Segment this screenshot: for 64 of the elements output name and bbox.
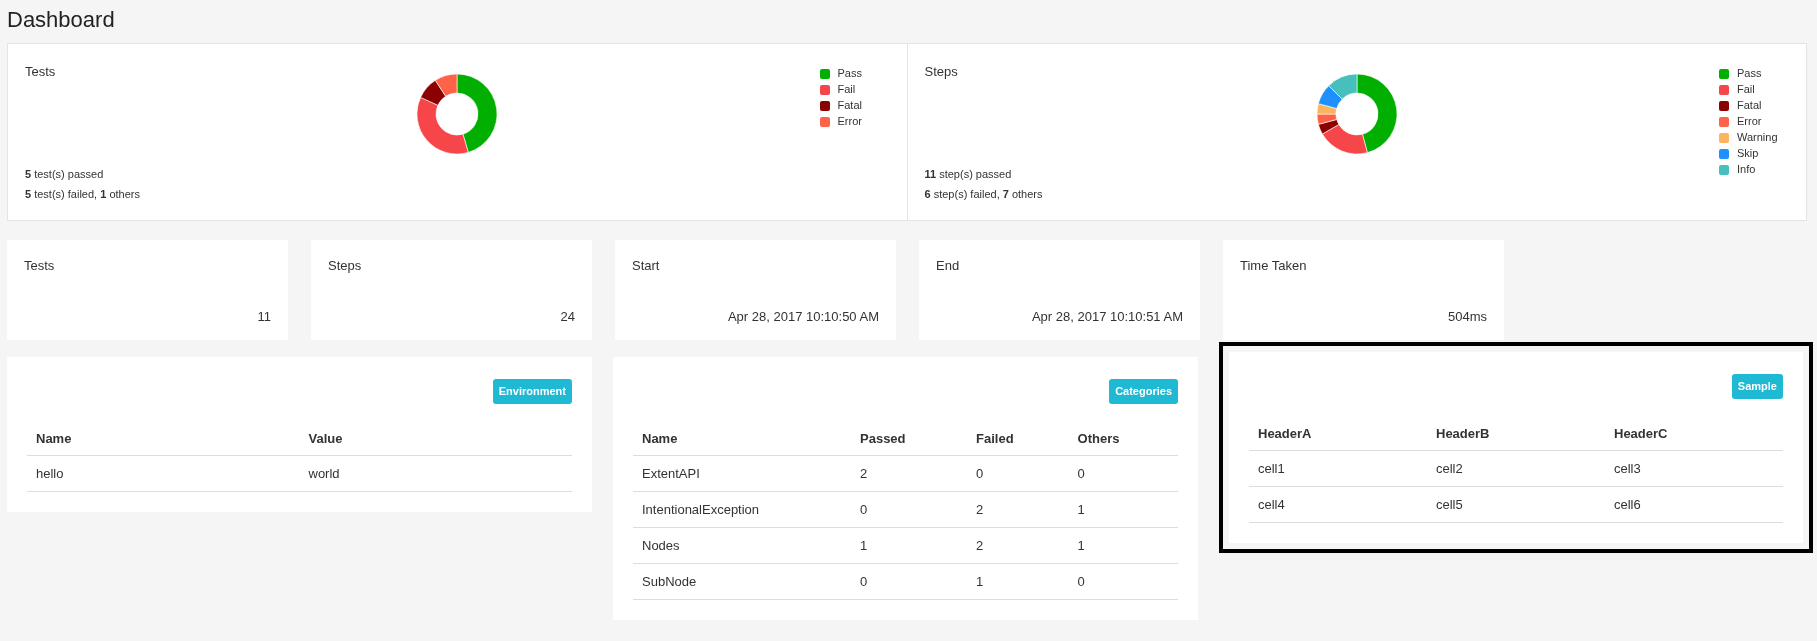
table-cell: IntentionalException <box>633 491 851 528</box>
stat-value: 24 <box>560 307 575 326</box>
table-cell: SubNode <box>633 563 851 600</box>
section-badge: Sample <box>1731 374 1783 399</box>
stat-label: Time Taken <box>1240 257 1307 275</box>
summary-text: 11 step(s) passed <box>924 167 1012 182</box>
table-cell: cell5 <box>1427 486 1605 523</box>
column-header: Value <box>299 421 572 456</box>
legend-label: Pass <box>837 67 862 80</box>
legend-label: Error <box>837 115 862 128</box>
table-cell: 0 <box>851 563 968 600</box>
table-cell: world <box>299 455 572 492</box>
column-header: Name <box>27 421 300 456</box>
table-cell: hello <box>27 455 300 492</box>
stat-value: 504ms <box>1447 307 1487 326</box>
legend-label: Pass <box>1737 67 1762 80</box>
legend-label: Fatal <box>837 99 862 112</box>
column-header: Failed <box>967 421 1069 456</box>
table-cell: cell3 <box>1605 450 1783 487</box>
table-cell: 0 <box>1068 455 1178 492</box>
summary-text: 5 test(s) failed, 1 others <box>25 186 140 202</box>
table-cell: 2 <box>967 491 1069 528</box>
stat-value: 11 <box>257 307 271 326</box>
legend-label: Info <box>1737 163 1756 176</box>
chart-title: Steps <box>924 63 958 81</box>
column-header: HeaderA <box>1249 416 1427 451</box>
legend-label: Skip <box>1737 147 1759 160</box>
stat-value: Apr 28, 2017 10:10:50 AM <box>727 307 879 326</box>
section-badge: Environment <box>492 379 572 404</box>
table-cell: Nodes <box>633 527 851 564</box>
legend-label: Error <box>1737 115 1762 128</box>
summary-text: 6 step(s) failed, 7 others <box>924 186 1043 202</box>
table-cell: ExtentAPI <box>633 455 851 492</box>
section-badge: Categories <box>1109 379 1178 404</box>
chart-title: Tests <box>25 63 56 81</box>
column-header: HeaderC <box>1605 416 1783 451</box>
stat-label: End <box>936 257 960 275</box>
column-header: Passed <box>851 421 968 456</box>
legend-label: Warning <box>1737 131 1778 144</box>
page-title: Dashboard <box>7 6 115 34</box>
table-cell: cell2 <box>1427 450 1605 487</box>
stat-value: Apr 28, 2017 10:10:51 AM <box>1031 307 1183 326</box>
table-cell: cell4 <box>1249 486 1427 523</box>
table-cell: cell6 <box>1605 486 1783 523</box>
table-cell: 1 <box>1068 527 1178 564</box>
table-cell: 1 <box>967 563 1069 600</box>
table-cell: 1 <box>851 527 968 564</box>
table-cell: 0 <box>967 455 1069 492</box>
legend-label: Fail <box>1737 83 1755 96</box>
stat-label: Tests <box>24 257 55 275</box>
column-header: Others <box>1068 421 1178 456</box>
table-cell: 1 <box>1068 491 1178 528</box>
stat-label: Steps <box>328 257 362 275</box>
stat-label: Start <box>632 257 660 275</box>
column-header: Name <box>633 421 851 456</box>
table-cell: 2 <box>851 455 968 492</box>
legend-label: Fatal <box>1737 99 1762 112</box>
column-header: HeaderB <box>1427 416 1605 451</box>
legend-label: Fail <box>837 83 856 96</box>
table-cell: 0 <box>851 491 968 528</box>
table-cell: cell1 <box>1249 450 1427 487</box>
table-cell: 0 <box>1068 563 1178 600</box>
summary-text: 5 test(s) passed <box>25 167 104 182</box>
table-cell: 2 <box>967 527 1069 564</box>
